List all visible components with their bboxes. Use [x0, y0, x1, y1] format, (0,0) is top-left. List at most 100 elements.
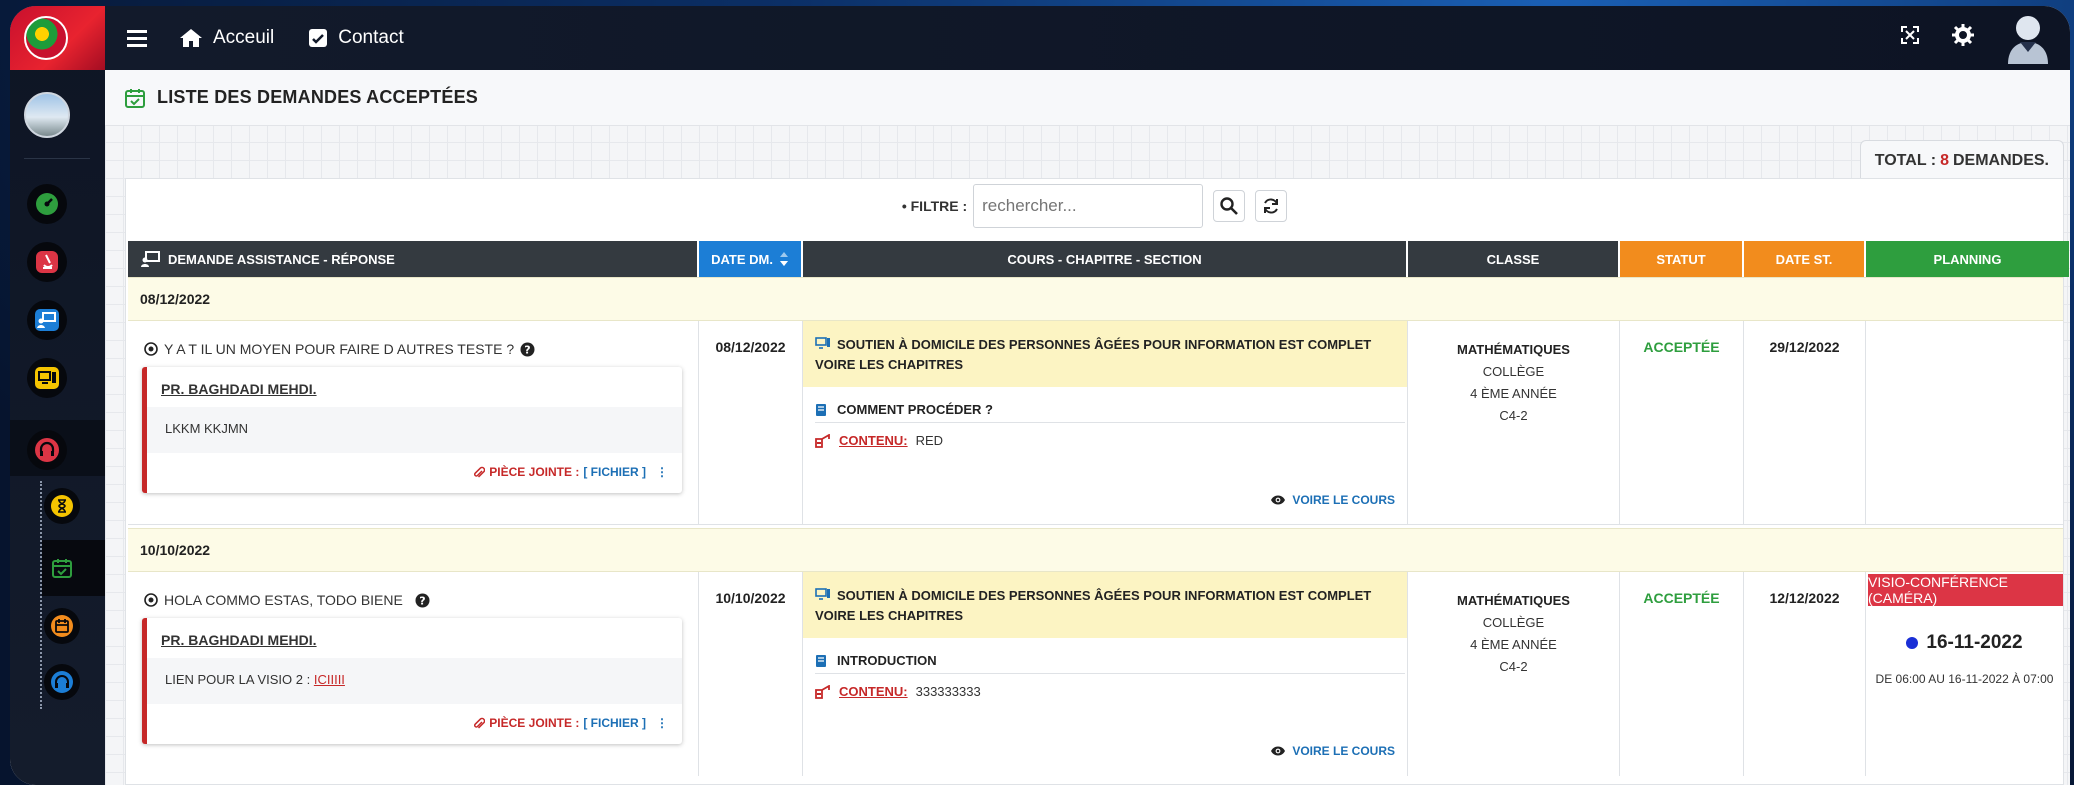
response-text: LKKM KKJMN	[147, 407, 682, 453]
sidebar-item-lab[interactable]	[27, 242, 67, 282]
sidebar-item-dashboard[interactable]	[27, 184, 67, 224]
group-date: 10/10/2022	[140, 542, 211, 558]
response-card: PR. BAGHDADI MEHDI. LIEN POUR LA VISIO 2…	[142, 618, 682, 744]
refresh-icon	[1264, 198, 1279, 214]
question-line: Y A T IL UN MOYEN POUR FAIRE D AUTRES TE…	[144, 341, 535, 357]
svg-text:?: ?	[419, 594, 425, 607]
total-count-tab: TOTAL : 8 DEMANDES.	[1859, 140, 2064, 180]
calendar-check-icon	[125, 88, 145, 108]
nav-acceuil[interactable]: Acceuil	[179, 27, 274, 49]
search-button[interactable]	[1213, 190, 1246, 222]
nav-contact-label: Contact	[338, 27, 404, 48]
course-name[interactable]: SOUTIEN À DOMICILE DES PERSONNES ÂGÉES P…	[815, 337, 1371, 372]
voir-cours-link[interactable]: VOIRE LE COURS	[1270, 744, 1395, 758]
contenu-icon	[815, 433, 830, 448]
col-cours[interactable]: COURS - CHAPITRE - SECTION	[803, 241, 1408, 277]
gear-icon[interactable]	[1952, 24, 1974, 52]
book-icon	[816, 654, 826, 667]
professor-name[interactable]: PR. BAGHDADI MEHDI.	[161, 632, 317, 648]
sidebar	[10, 6, 105, 785]
question-circle-icon[interactable]: ?	[520, 342, 535, 357]
col-classe-label: CLASSE	[1486, 251, 1540, 267]
more-options-icon[interactable]: ⋮	[656, 465, 668, 479]
sidebar-avatar[interactable]	[24, 92, 70, 138]
voir-cours-link[interactable]: VOIRE LE COURS	[1270, 493, 1395, 507]
computer-icon	[35, 367, 59, 389]
cell-cours: SOUTIEN À DOMICILE DES PERSONNES ÂGÉES P…	[803, 572, 1408, 776]
menu-icon[interactable]	[127, 23, 153, 54]
response-card: PR. BAGHDADI MEHDI. LKKM KKJMN PIÈCE JOI…	[142, 367, 682, 493]
contenu-value: RED	[915, 433, 944, 448]
course-title: SOUTIEN À DOMICILE DES PERSONNES ÂGÉES P…	[803, 321, 1407, 387]
sidebar-item-courses[interactable]	[27, 358, 67, 398]
calendar-icon	[51, 615, 73, 637]
sidebar-subitem-accepted[interactable]	[44, 550, 80, 586]
course-name[interactable]: SOUTIEN À DOMICILE DES PERSONNES ÂGÉES P…	[815, 588, 1371, 623]
nav-contact[interactable]: Contact	[308, 27, 404, 49]
contenu-label[interactable]: CONTENU:	[839, 433, 908, 448]
attachment-file[interactable]: [ FICHIER ]	[583, 465, 646, 479]
eye-icon	[1271, 746, 1286, 756]
contenu-icon	[815, 684, 830, 699]
sidebar-subitem-headset[interactable]	[44, 664, 80, 700]
attachment-file[interactable]: [ FICHIER ]	[583, 716, 646, 730]
cell-date-st: 12/12/2022	[1744, 572, 1866, 776]
date-st: 29/12/2022	[1769, 339, 1840, 355]
response-body: LIEN POUR LA VISIO 2 :	[165, 672, 311, 687]
user-avatar-icon[interactable]	[2006, 12, 2050, 64]
col-classe[interactable]: CLASSE	[1408, 241, 1620, 277]
response-text: LIEN POUR LA VISIO 2 : ICIIIII	[147, 658, 682, 704]
fullscreen-icon[interactable]	[1900, 25, 1920, 51]
classe-annee: 4 ÈME ANNÉE	[1470, 386, 1557, 401]
attachment[interactable]: PIÈCE JOINTE : [ FICHIER ] ⋮	[473, 465, 668, 479]
sidebar-subitem-pending[interactable]	[44, 488, 80, 524]
sidebar-subitem-calendar[interactable]	[44, 608, 80, 644]
cell-date-dm: 08/12/2022	[699, 321, 803, 525]
col-planning[interactable]: PLANNING	[1866, 241, 2069, 277]
group-date-row: 10/10/2022	[128, 528, 2063, 572]
planning-dot	[1906, 637, 1919, 649]
response-link[interactable]: ICIIIII	[314, 672, 345, 687]
group-date: 08/12/2022	[140, 291, 211, 307]
col-demande-label: DEMANDE ASSISTANCE - RÉPONSE	[168, 251, 395, 267]
question-circle-icon[interactable]: ?	[415, 593, 430, 608]
chapter-name: COMMENT PROCÉDER ?	[837, 402, 993, 417]
chalkboard-icon	[35, 309, 59, 331]
calendar-check-icon	[52, 559, 72, 578]
book-icon	[816, 403, 826, 416]
col-date-dm[interactable]: DATE DM.	[699, 241, 803, 277]
col-demande[interactable]: DEMANDE ASSISTANCE - RÉPONSE	[128, 241, 699, 277]
voir-cours-label: VOIRE LE COURS	[1292, 493, 1395, 507]
status-badge: ACCEPTÉE	[1643, 339, 1720, 355]
planning-type-badge[interactable]: VISIO-CONFÉRENCE (CAMÉRA)	[1868, 574, 2063, 606]
col-statut[interactable]: STATUT	[1620, 241, 1744, 277]
cell-demande: Y A T IL UN MOYEN POUR FAIRE D AUTRES TE…	[128, 321, 699, 525]
attachment[interactable]: PIÈCE JOINTE : [ FICHIER ] ⋮	[473, 716, 668, 730]
contenu-label[interactable]: CONTENU:	[839, 684, 908, 699]
sidebar-divider	[24, 158, 90, 159]
sidebar-item-assistance[interactable]	[27, 300, 67, 340]
search-input[interactable]	[973, 184, 1204, 228]
total-count: 8	[1940, 151, 1949, 169]
top-right-tools	[1900, 6, 2070, 70]
filter-label: • FILTRE :	[901, 198, 968, 214]
col-statut-label: STATUT	[1656, 251, 1706, 267]
cell-planning: VISIO-CONFÉRENCE (CAMÉRA) 16-11-2022 DE …	[1866, 572, 2063, 776]
contact-icon	[309, 29, 328, 47]
chapter-line: COMMENT PROCÉDER ?	[815, 397, 1405, 423]
more-options-icon[interactable]: ⋮	[656, 716, 668, 730]
top-nav: Acceuil Contact	[179, 27, 438, 49]
date-dm: 10/10/2022	[715, 590, 786, 606]
logo-icon	[24, 16, 68, 60]
col-date-st[interactable]: DATE ST.	[1744, 241, 1866, 277]
page-title: LISTE DES DEMANDES ACCEPTÉES	[157, 87, 478, 107]
professor-name[interactable]: PR. BAGHDADI MEHDI.	[161, 381, 317, 397]
headset-icon	[51, 671, 73, 693]
logo-area[interactable]	[10, 6, 105, 70]
sidebar-item-support[interactable]	[27, 430, 67, 470]
refresh-button[interactable]	[1255, 190, 1288, 222]
date-st: 12/12/2022	[1769, 590, 1840, 606]
paperclip-icon	[474, 466, 486, 478]
classe-annee: 4 ÈME ANNÉE	[1470, 637, 1557, 652]
cell-planning	[1866, 321, 2063, 525]
